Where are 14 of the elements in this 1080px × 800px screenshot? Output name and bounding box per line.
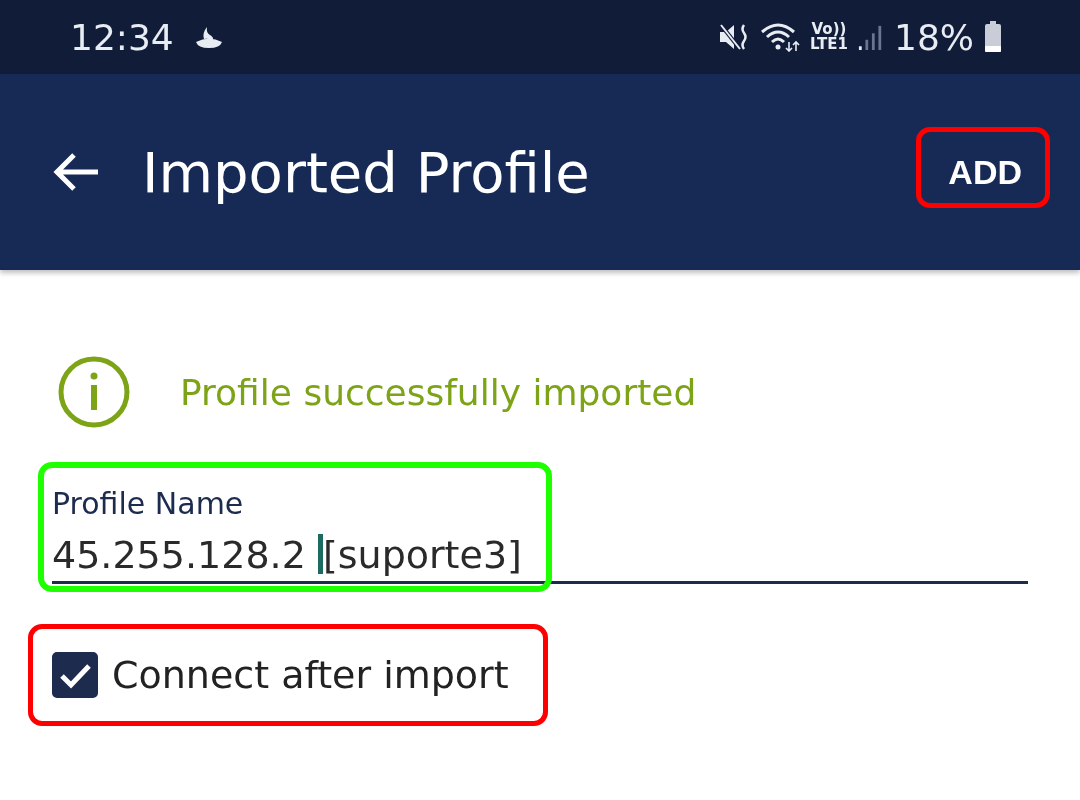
mute-icon [718, 22, 750, 52]
wifi-icon [760, 22, 800, 52]
battery-percent: 18% [894, 16, 974, 58]
flame-icon [193, 25, 224, 49]
info-icon [56, 354, 132, 430]
profile-name-field[interactable]: Profile Name 45.255.128.2 [suporte3] [52, 478, 1028, 584]
connect-after-import-checkbox[interactable]: Connect after import [52, 626, 509, 724]
network-type: Vo)) LTE1 [810, 22, 848, 52]
success-message: Profile successfully imported [180, 371, 697, 413]
battery-icon [984, 21, 1002, 53]
clock-time: 12:34 [70, 16, 174, 58]
screen-title: Imported Profile [142, 139, 590, 205]
add-button[interactable]: ADD [906, 102, 1064, 242]
back-button[interactable] [52, 152, 100, 192]
